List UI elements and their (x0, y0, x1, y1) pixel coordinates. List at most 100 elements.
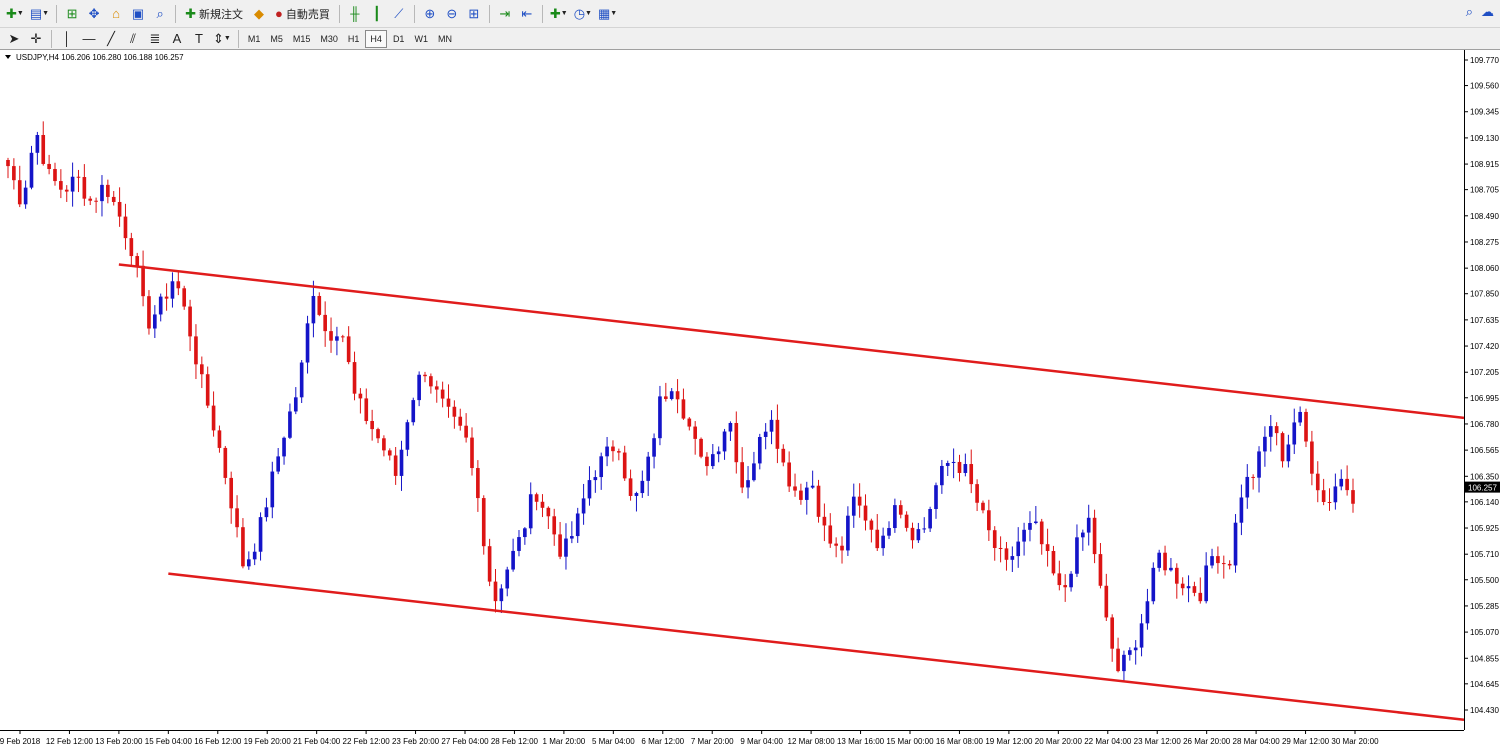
candle-body (957, 461, 962, 473)
new-chart-button[interactable]: ✚ ▼ (4, 4, 26, 24)
text-button[interactable]: A (167, 29, 187, 49)
candle-body (1321, 490, 1326, 502)
candle-body (587, 480, 592, 499)
candle-body (505, 569, 510, 589)
profiles-button[interactable]: ▤ ▼ (28, 4, 51, 24)
horizontal-line-button[interactable]: — (79, 29, 99, 49)
timeframe-m5[interactable]: M5 (266, 30, 287, 48)
candle-body (628, 478, 633, 496)
trendline-button[interactable]: ╱ (101, 29, 121, 49)
zoom-out-icon: ⊖ (446, 6, 458, 21)
auto-trading-button[interactable]: ● 自動売買 (271, 4, 334, 24)
timeframe-h4[interactable]: H4 (365, 29, 387, 48)
candle-body (769, 419, 774, 432)
candlestick-button[interactable]: ┃ (367, 4, 387, 24)
periods-button[interactable]: ◷ ▼ (572, 4, 594, 24)
candle-body (194, 336, 198, 365)
chart-shift-button[interactable]: ⇤ (517, 4, 537, 24)
timeframe-mn[interactable]: MN (434, 30, 456, 48)
candle-body (493, 581, 498, 602)
chat-icon[interactable]: ☁ (1481, 4, 1494, 20)
candle-body (364, 398, 369, 421)
price-tick-label: 109.770 (1470, 56, 1499, 65)
candle-body (1192, 586, 1197, 593)
search-icon[interactable]: ⌕ (1466, 4, 1473, 20)
candle-body (916, 529, 921, 541)
candle-body (53, 168, 57, 182)
candle-body (863, 505, 868, 521)
time-tick-label: 12 Feb 12:00 (46, 737, 94, 746)
candle-body (123, 216, 128, 239)
zoom-in-button[interactable]: ⊕ (420, 4, 440, 24)
timeframe-m1[interactable]: M1 (244, 30, 265, 48)
price-chart[interactable]: 109.770 109.560 109.345 109.130 108.915 108.7… (0, 50, 1500, 750)
navigator-button[interactable]: ⌂ (106, 4, 126, 24)
channel-button[interactable]: ⫽ (123, 29, 143, 49)
candle-body (153, 314, 157, 329)
candle-body (1039, 521, 1044, 545)
terminal-button[interactable]: ▣ (128, 4, 148, 24)
candle-body (1174, 567, 1179, 584)
zoom-out-button[interactable]: ⊖ (442, 4, 462, 24)
timeframe-d1[interactable]: D1 (389, 30, 409, 48)
auto-trading-label: 自動売買 (285, 8, 330, 21)
candle-body (147, 296, 151, 329)
templates-button[interactable]: ▦ ▼ (596, 4, 619, 24)
time-tick-label: 12 Mar 08:00 (788, 737, 836, 746)
time-tick-label: 28 Mar 04:00 (1233, 737, 1281, 746)
candle-body (1075, 537, 1079, 574)
candle (411, 397, 416, 426)
metaeditor-button[interactable]: ◆ (249, 4, 269, 24)
price-tick-label: 106.565 (1470, 446, 1499, 455)
fibonacci-icon: ≣ (149, 31, 161, 46)
data-window-button[interactable]: ✥ (84, 4, 104, 24)
candle-body (282, 437, 286, 457)
timeframe-h1[interactable]: H1 (344, 30, 364, 48)
arrows-button[interactable]: ⇕ ▼ (211, 29, 233, 49)
fibonacci-button[interactable]: ≣ (145, 29, 165, 49)
cursor-button[interactable]: ➤ (4, 29, 24, 49)
candle-body (634, 493, 639, 496)
candle-body (881, 535, 885, 549)
candlestick-icon: ┃ (372, 6, 381, 21)
cursor-icon: ➤ (8, 31, 20, 46)
new-order-button[interactable]: ✚ 新規注文 (181, 4, 247, 24)
timeframe-w1[interactable]: W1 (410, 30, 432, 48)
price-tick-label: 106.140 (1470, 498, 1499, 507)
candle-body (1304, 411, 1308, 442)
timeframe-m15[interactable]: M15 (289, 30, 315, 48)
crosshair-button[interactable]: ✛ (26, 29, 46, 49)
indicators-icon: ✚ (549, 6, 561, 21)
time-tick-label: 16 Mar 08:00 (936, 737, 984, 746)
text-label-button[interactable]: T (189, 29, 209, 49)
candle (182, 285, 187, 310)
candle-body (346, 336, 351, 363)
candle-body (1110, 617, 1115, 649)
line-chart-button[interactable]: ⟋ (389, 4, 409, 24)
auto-trading-icon: ● (274, 6, 283, 21)
candle-body (652, 438, 656, 457)
text-icon: A (172, 31, 182, 46)
bar-chart-button[interactable]: ╫ (345, 4, 365, 24)
new-order-icon: ✚ (185, 6, 196, 21)
market-watch-button[interactable]: ⊞ (62, 4, 82, 24)
crosshair-icon: ✛ (30, 31, 42, 46)
candle-body (335, 336, 339, 341)
vertical-line-button[interactable]: │ (57, 29, 77, 49)
strategy-tester-button[interactable]: ⌕ (150, 4, 170, 24)
candle-body (35, 134, 40, 153)
terminal-icon: ▣ (131, 6, 145, 21)
candle-body (1010, 556, 1015, 560)
indicators-button[interactable]: ✚ ▼ (548, 4, 570, 24)
candle-body (252, 551, 257, 560)
candle-body (734, 422, 739, 463)
tile-windows-button[interactable]: ⊞ (464, 4, 484, 24)
auto-scroll-button[interactable]: ⇥ (495, 4, 515, 24)
candle-body (17, 180, 22, 205)
timeframe-m30[interactable]: M30 (316, 30, 342, 48)
candle-body (288, 411, 292, 438)
time-tick-label: 23 Mar 12:00 (1134, 737, 1182, 746)
candle-body (64, 189, 69, 192)
candle-body (1081, 532, 1085, 538)
candle-body (1163, 552, 1167, 571)
